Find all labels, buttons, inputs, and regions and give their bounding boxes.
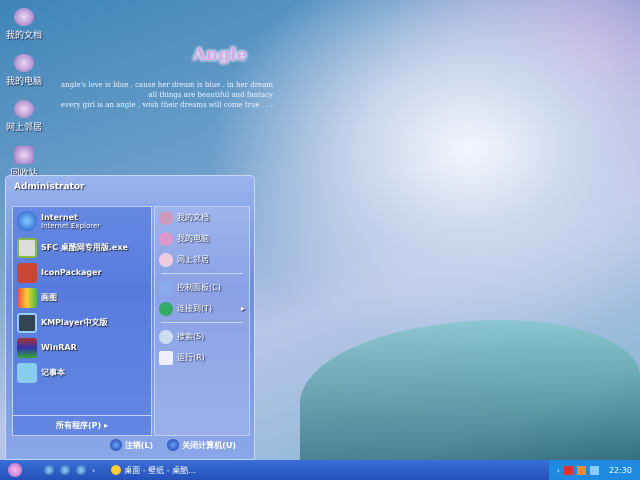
arrow-right-icon: ▸ (240, 304, 245, 313)
system-tray: ‹ 22:30 (548, 460, 640, 480)
browser-icon[interactable] (76, 465, 86, 475)
program-sfc[interactable]: SFC 桌酷网专用版.exe (13, 235, 151, 260)
user-name: Administrator (14, 182, 85, 192)
network-icon (14, 100, 34, 118)
control-panel-icon (159, 280, 173, 295)
winrar-icon (17, 337, 37, 358)
tray-expand-icon[interactable]: ‹ (557, 466, 560, 475)
paint-icon (17, 287, 37, 308)
desktop-icon-my-documents[interactable]: 我的文档 (4, 8, 44, 41)
places-pane: 我的文档 我的电脑 网上邻居 控制面板(C) 连接到(T) ▸ 搜索(S) 运行(… (154, 206, 250, 436)
start-menu: Administrator Internet Internet Explorer … (5, 175, 255, 460)
quicklaunch-expand-icon[interactable]: › (92, 466, 95, 475)
start-icon (8, 463, 22, 477)
my-computer-icon (14, 54, 34, 72)
place-search[interactable]: 搜索(S) (155, 326, 249, 347)
ie-icon (17, 211, 37, 231)
desktop-icon-my-computer[interactable]: 我的电脑 (4, 54, 44, 87)
connect-icon (159, 301, 173, 316)
recycle-bin-icon (14, 146, 34, 164)
place-connect-to[interactable]: 连接到(T) ▸ (155, 298, 249, 319)
my-documents-icon (14, 8, 34, 26)
program-internet[interactable]: Internet Internet Explorer (13, 207, 151, 235)
program-iconpackager[interactable]: IconPackager (13, 260, 151, 285)
program-paint[interactable]: 画图 (13, 285, 151, 310)
wallpaper-quote: angle's love is blue . cause her dream i… (60, 81, 273, 109)
logoff-button[interactable]: 注销(L) (109, 439, 153, 451)
wallpaper-logo: Angle (192, 45, 248, 65)
search-icon (159, 329, 173, 344)
media-icon[interactable] (60, 465, 70, 475)
start-button[interactable] (0, 460, 30, 480)
network-icon (159, 252, 173, 267)
window-icon (111, 465, 122, 475)
network-status-icon[interactable] (589, 465, 599, 475)
clock: 22:30 (608, 465, 632, 475)
all-programs-button[interactable]: 所有程序(P) ▸ (13, 415, 151, 431)
divider (161, 322, 243, 323)
place-my-documents[interactable]: 我的文档 (155, 207, 249, 228)
place-run[interactable]: 运行(R) (155, 347, 249, 368)
power-icon (167, 439, 180, 451)
ie-icon[interactable] (44, 465, 54, 475)
program-winrar[interactable]: WinRAR (13, 335, 151, 360)
tray-icon[interactable] (563, 465, 573, 475)
my-documents-icon (159, 210, 173, 225)
arrow-right-icon: ▸ (103, 421, 108, 430)
programs-pane: Internet Internet Explorer SFC 桌酷网专用版.exe… (12, 206, 152, 436)
kmplayer-icon (17, 312, 37, 333)
taskbar: › 桌面 - 壁纸 - 桌酷... ‹ 22:30 (0, 460, 640, 480)
logoff-icon (109, 439, 122, 451)
taskbar-item[interactable]: 桌面 - 壁纸 - 桌酷... (107, 462, 200, 478)
divider (161, 273, 243, 274)
place-my-computer[interactable]: 我的电脑 (155, 228, 249, 249)
desktop-icon-network[interactable]: 网上邻居 (4, 100, 44, 133)
volume-icon[interactable] (576, 465, 586, 475)
iconpackager-icon (17, 262, 37, 283)
wallpaper-hill (300, 320, 640, 460)
notepad-icon (17, 362, 37, 383)
shutdown-button[interactable]: 关闭计算机(U) (167, 439, 236, 451)
my-computer-icon (159, 231, 173, 246)
sfc-icon (17, 237, 37, 258)
start-menu-footer: 注销(L) 关闭计算机(U) (6, 439, 254, 451)
program-notepad[interactable]: 记事本 (13, 360, 151, 385)
run-icon (159, 350, 173, 365)
place-control-panel[interactable]: 控制面板(C) (155, 277, 249, 298)
program-kmplayer[interactable]: KMPlayer中文版 (13, 310, 151, 335)
place-network[interactable]: 网上邻居 (155, 249, 249, 270)
